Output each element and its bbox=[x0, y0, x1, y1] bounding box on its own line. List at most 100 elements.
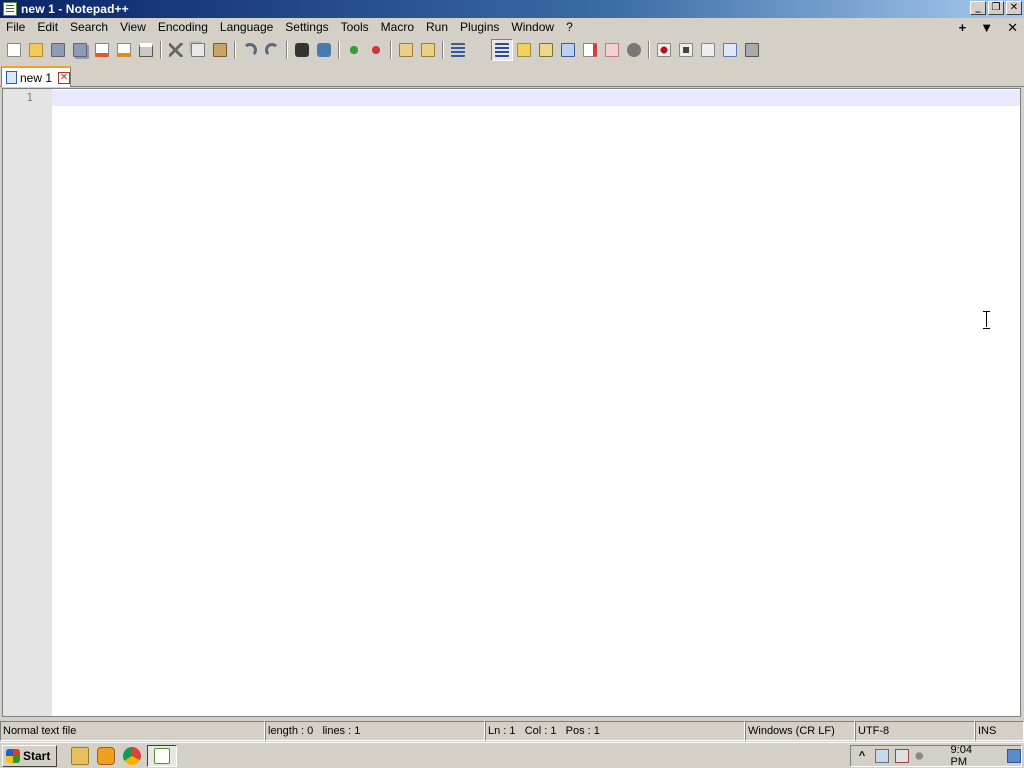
tab-list-dropdown-button[interactable]: ▼ bbox=[980, 20, 993, 35]
menu-run[interactable]: Run bbox=[420, 18, 454, 37]
zoom-in-icon[interactable] bbox=[343, 39, 365, 61]
minimize-button[interactable]: _ bbox=[970, 1, 986, 15]
volume-icon[interactable] bbox=[914, 749, 929, 763]
toolbar-separator bbox=[390, 41, 392, 59]
windows-logo-icon bbox=[6, 748, 20, 763]
menu-file[interactable]: File bbox=[0, 18, 31, 37]
chrome-icon[interactable] bbox=[123, 746, 141, 765]
menu-bar: File Edit Search View Encoding Language … bbox=[0, 18, 1024, 37]
copy-icon[interactable] bbox=[187, 39, 209, 61]
print-icon[interactable] bbox=[135, 39, 157, 61]
menu-view[interactable]: View bbox=[114, 18, 152, 37]
status-length: length : 0 bbox=[268, 725, 314, 737]
add-tab-button[interactable]: + bbox=[959, 20, 967, 35]
status-pos: Pos : 1 bbox=[565, 725, 600, 737]
cut-icon[interactable] bbox=[165, 39, 187, 61]
status-lines: lines : 1 bbox=[322, 725, 361, 737]
restore-button[interactable]: ❐ bbox=[988, 1, 1004, 15]
function-list-icon[interactable] bbox=[557, 39, 579, 61]
status-position: Ln : 1 Col : 1 Pos : 1 bbox=[485, 721, 745, 741]
menu-search[interactable]: Search bbox=[64, 18, 114, 37]
toolbar-separator bbox=[234, 41, 236, 59]
monitoring-icon[interactable] bbox=[601, 39, 623, 61]
taskbar: Start ^ 9:04 PM bbox=[0, 742, 1024, 768]
media-player-icon[interactable] bbox=[97, 746, 115, 765]
word-wrap-icon[interactable] bbox=[447, 39, 469, 61]
system-tray: ^ 9:04 PM bbox=[850, 744, 1022, 768]
tab-label: new 1 bbox=[20, 70, 53, 85]
redo-icon[interactable] bbox=[261, 39, 283, 61]
notepadpp-app-icon[interactable] bbox=[3, 2, 17, 16]
macro-stop-icon[interactable] bbox=[675, 39, 697, 61]
folder-workspace-icon[interactable] bbox=[579, 39, 601, 61]
menu-macro[interactable]: Macro bbox=[375, 18, 420, 37]
macro-record-icon[interactable] bbox=[653, 39, 675, 61]
menu-window[interactable]: Window bbox=[505, 18, 560, 37]
toolbar-separator bbox=[160, 41, 162, 59]
sync-horizontal-icon[interactable] bbox=[417, 39, 439, 61]
network-icon[interactable] bbox=[874, 749, 889, 763]
macro-run-multiple-icon[interactable] bbox=[719, 39, 741, 61]
close-all-icon[interactable] bbox=[113, 39, 135, 61]
replace-icon[interactable] bbox=[313, 39, 335, 61]
save-icon[interactable] bbox=[47, 39, 69, 61]
save-all-icon[interactable] bbox=[69, 39, 91, 61]
macro-save-icon[interactable] bbox=[741, 39, 763, 61]
menu-plugins[interactable]: Plugins bbox=[454, 18, 505, 37]
status-ln: Ln : 1 bbox=[488, 725, 516, 737]
notepadpp-task-button[interactable] bbox=[147, 744, 177, 767]
sync-vertical-icon[interactable] bbox=[395, 39, 417, 61]
menu-language[interactable]: Language bbox=[214, 18, 279, 37]
text-editor[interactable]: 1 bbox=[2, 88, 1021, 717]
open-file-icon[interactable] bbox=[25, 39, 47, 61]
show-hidden-icon[interactable]: ^ bbox=[855, 749, 869, 763]
close-button[interactable]: ✕ bbox=[1006, 1, 1022, 15]
start-label: Start bbox=[23, 748, 51, 763]
close-tab-icon[interactable]: ✕ bbox=[58, 71, 71, 84]
status-eol[interactable]: Windows (CR LF) bbox=[745, 721, 855, 741]
new-file-icon[interactable] bbox=[3, 39, 25, 61]
status-insert-mode[interactable]: INS bbox=[975, 721, 1024, 741]
line-number-gutter: 1 bbox=[3, 89, 52, 716]
line-number: 1 bbox=[26, 91, 33, 104]
title-bar[interactable]: new 1 - Notepad++ _ ❐ ✕ bbox=[0, 0, 1024, 18]
toolbar-separator bbox=[648, 41, 650, 59]
zoom-out-icon[interactable] bbox=[365, 39, 387, 61]
toolbar-separator bbox=[442, 41, 444, 59]
find-icon[interactable] bbox=[291, 39, 313, 61]
toggle-panel-icon[interactable] bbox=[623, 39, 645, 61]
quick-launch bbox=[71, 746, 141, 765]
user-language-icon[interactable] bbox=[513, 39, 535, 61]
text-cursor-icon bbox=[983, 311, 990, 329]
paste-icon[interactable] bbox=[209, 39, 231, 61]
menu-tools[interactable]: Tools bbox=[335, 18, 375, 37]
menu-encoding[interactable]: Encoding bbox=[152, 18, 214, 37]
file-explorer-icon[interactable] bbox=[71, 746, 89, 765]
toolbar-separator bbox=[338, 41, 340, 59]
notepadpp-window: new 1 - Notepad++ _ ❐ ✕ File Edit Search… bbox=[0, 0, 1024, 742]
status-bar: Normal text file length : 0 lines : 1 Ln… bbox=[0, 721, 1024, 741]
status-file-type: Normal text file bbox=[0, 721, 265, 741]
toolbar-separator bbox=[286, 41, 288, 59]
undo-icon[interactable] bbox=[239, 39, 261, 61]
menu-settings[interactable]: Settings bbox=[279, 18, 334, 37]
show-all-chars-icon[interactable] bbox=[469, 39, 491, 61]
close-document-button[interactable]: ✕ bbox=[1007, 20, 1018, 36]
document-icon bbox=[6, 71, 17, 84]
tab-new-1[interactable]: new 1 ✕ bbox=[1, 66, 71, 87]
start-button[interactable]: Start bbox=[2, 744, 57, 767]
current-line-highlight bbox=[52, 90, 1020, 106]
action-center-icon[interactable] bbox=[894, 749, 909, 763]
menu-edit[interactable]: Edit bbox=[31, 18, 64, 37]
window-title: new 1 - Notepad++ bbox=[21, 2, 129, 16]
status-encoding[interactable]: UTF-8 bbox=[855, 721, 975, 741]
show-desktop-icon[interactable] bbox=[1007, 749, 1022, 763]
document-map-icon[interactable] bbox=[535, 39, 557, 61]
macro-play-icon[interactable] bbox=[697, 39, 719, 61]
menu-help[interactable]: ? bbox=[560, 18, 579, 37]
indent-guide-icon[interactable] bbox=[491, 39, 513, 61]
clock[interactable]: 9:04 PM bbox=[951, 744, 992, 768]
close-icon[interactable] bbox=[91, 39, 113, 61]
status-col: Col : 1 bbox=[524, 725, 557, 737]
notepadpp-icon bbox=[154, 747, 170, 764]
